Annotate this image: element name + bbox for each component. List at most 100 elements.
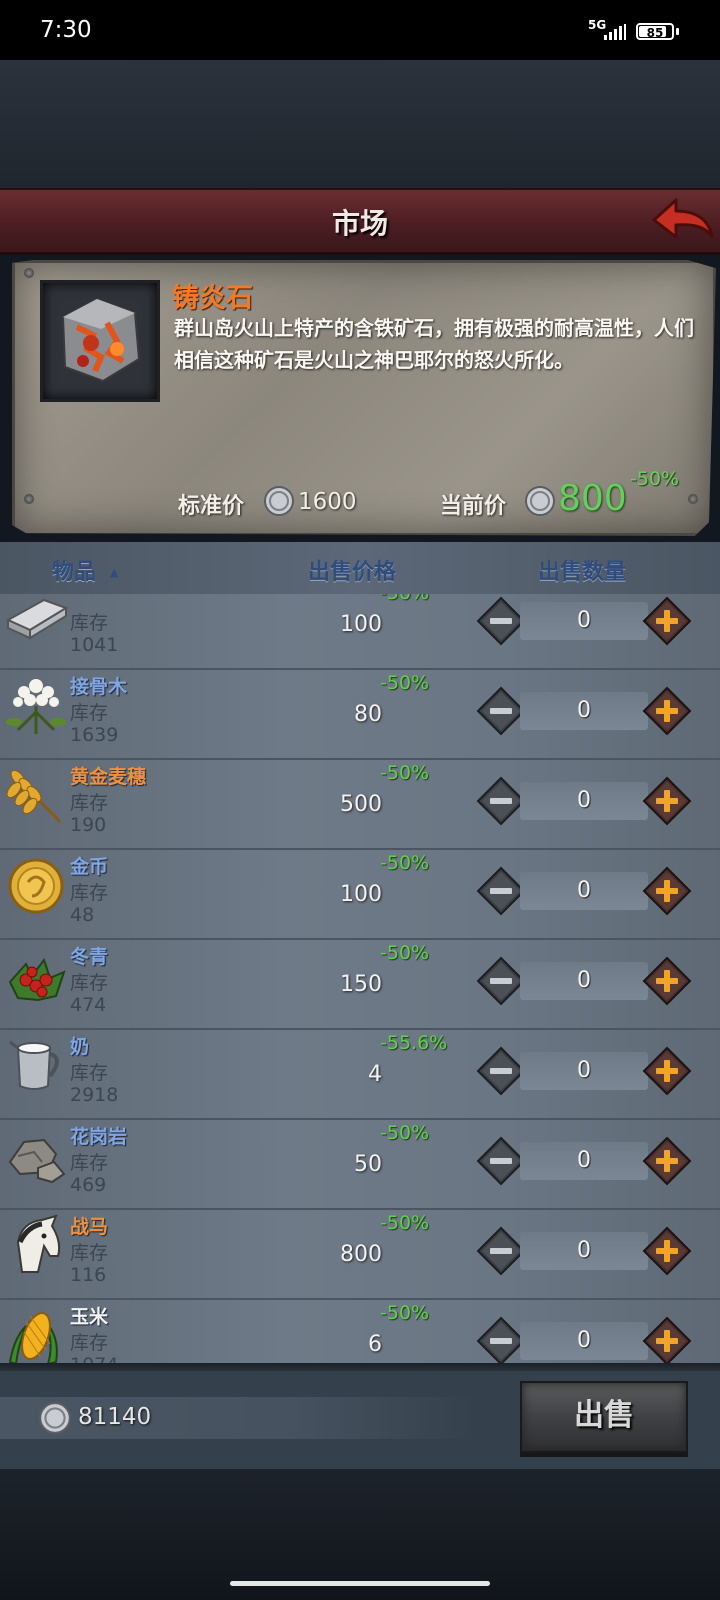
golden-wheat-icon [4,762,68,826]
item-row-name: 花岗岩 [70,1126,128,1148]
decrease-quantity-button[interactable] [476,776,526,826]
item-row-price: 100 [340,612,382,637]
decrease-quantity-button[interactable] [476,1316,526,1364]
item-row-stock-value: 1041 [70,634,119,656]
increase-quantity-button[interactable] [642,1226,692,1276]
item-row-discount: -50% [380,942,430,964]
home-indicator[interactable] [230,1581,490,1586]
item-row-stock-value: 2918 [70,1084,119,1106]
item-row-price: 6 [368,1332,382,1357]
item-row[interactable]: 玉米库存1074-50%60 [0,1298,720,1364]
item-row-stock-label: 库存 [70,1152,109,1174]
increase-quantity-button[interactable] [642,1316,692,1364]
item-image-frame [40,280,160,402]
item-description: 群山岛火山上特产的含铁矿石，拥有极强的耐高温性，人们相信这种矿石是火山之神巴耶尔… [174,316,694,372]
item-row-quantity[interactable]: 0 [520,782,648,820]
back-arrow-icon [652,198,714,239]
item-row-stock-value: 469 [70,1174,107,1196]
decrease-quantity-button[interactable] [476,596,526,646]
item-row-discount: -50% [380,1122,430,1144]
item-row[interactable]: 接骨木 库存 1639 -50% 80 0 [0,668,720,760]
standard-price-label: 标准价 [178,494,245,519]
silver-coin-icon [38,1401,72,1439]
battery-icon: 85 [636,23,674,40]
back-button[interactable] [650,196,714,242]
increase-quantity-button[interactable] [642,956,692,1006]
item-row-stock-value: 474 [70,994,107,1016]
item-row-name: 奶 [70,1036,90,1058]
item-name: 铸炎石 [172,283,253,314]
item-row-stock-label: 库存 [70,1062,109,1084]
gold-coin-icon [4,852,68,916]
item-row-quantity[interactable]: 0 [520,872,648,910]
money-total: 81140 [78,1404,152,1430]
item-row-stock-label: 库存 [70,1332,109,1354]
increase-quantity-button[interactable] [642,1136,692,1186]
increase-quantity-button[interactable] [642,1046,692,1096]
increase-quantity-button[interactable] [642,866,692,916]
item-row[interactable]: 冬青 库存 474 -50% 150 0 [0,938,720,1030]
footer-bar: 81140 出售 [0,1371,720,1469]
item-row-quantity[interactable]: 0 [520,1322,648,1360]
increase-quantity-button[interactable] [642,776,692,826]
increase-quantity-button[interactable] [642,596,692,646]
item-row-price: 80 [354,702,382,727]
current-price-discount: -50% [630,468,680,490]
decrease-quantity-button[interactable] [476,956,526,1006]
item-row-stock-label: 库存 [70,972,109,994]
sell-button[interactable]: 出售 [520,1381,688,1453]
iron-ingot-icon [4,594,69,646]
item-row-discount: -55.6% [380,1032,448,1054]
item-row-discount: -50% [380,852,430,874]
elder-flower-icon [4,672,68,736]
item-row[interactable]: 金币 库存 48 -50% 100 0 [0,848,720,940]
item-row-name: 黄金麦穗 [70,766,147,788]
item-row-stock-value: 190 [70,814,107,836]
warhorse-icon [4,1212,68,1276]
decrease-quantity-button[interactable] [476,686,526,736]
item-row-name: 战马 [70,1216,109,1238]
decrease-quantity-button[interactable] [476,866,526,916]
item-row-stock-label: 库存 [70,1242,109,1264]
item-row[interactable]: 黄金麦穗 库存 190 -50% 500 0 [0,758,720,850]
current-price-label: 当前价 [440,494,507,519]
item-row-quantity[interactable]: 0 [520,1232,648,1270]
item-row-price: 100 [340,882,382,907]
item-row-stock-label: 库存 [70,792,109,814]
status-bar: 7:30 5G 85 [0,0,720,60]
decrease-quantity-button[interactable] [476,1226,526,1276]
header-sell-quantity: 出售数量 [538,560,627,585]
item-row[interactable]: 战马 库存 116 -50% 800 0 [0,1208,720,1300]
title-bar: 市场 [0,188,720,255]
header-item[interactable]: 物品 [52,554,96,586]
item-list[interactable]: 库存1041-50%1000接骨木库存1639-50%800黄金麦穗库存190-… [0,594,720,1364]
item-row-name: 冬青 [70,946,109,968]
decrease-quantity-button[interactable] [476,1046,526,1096]
item-row-quantity[interactable]: 0 [520,692,648,730]
item-row-stock-value: 1639 [70,724,119,746]
increase-quantity-button[interactable] [642,686,692,736]
item-row-stock-value: 116 [70,1264,107,1286]
item-row-price: 800 [340,1242,382,1267]
battery-level: 85 [646,26,664,40]
silver-coin-icon [524,485,556,521]
item-row-quantity[interactable]: 0 [520,962,648,1000]
money-panel [0,1397,480,1439]
item-row[interactable]: 花岗岩 库存 469 -50% 50 0 [0,1118,720,1210]
current-price-value: 800 [558,478,627,519]
sort-ascending-icon[interactable]: ▲ [110,566,118,579]
footer-divider [0,1363,720,1371]
backdrop [0,60,720,188]
decrease-quantity-button[interactable] [476,1136,526,1186]
milk-jug-icon [4,1032,68,1096]
item-row-quantity[interactable]: 0 [520,1142,648,1180]
item-row-quantity[interactable]: 0 [520,602,648,640]
item-row-stock-value: 48 [70,904,95,926]
page-title: 市场 [331,207,388,240]
item-row[interactable]: 奶库存 2918 -55.6% 4 0 [0,1028,720,1120]
item-row-discount: -50% [380,594,429,604]
blazestone-icon [61,297,141,383]
item-row[interactable]: 库存1041 -50% 100 0 [0,594,720,670]
item-row-quantity[interactable]: 0 [520,1052,648,1090]
granite-icon [4,1122,68,1186]
